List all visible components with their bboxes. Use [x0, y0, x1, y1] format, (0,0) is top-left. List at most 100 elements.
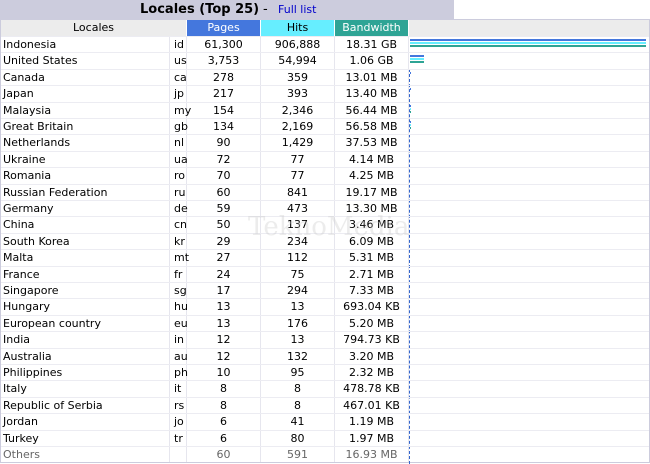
pages-value: 27: [216, 251, 231, 265]
pages-value: 134: [213, 120, 234, 133]
table-row: Canada ca 278 359 13.01 MB: [1, 68, 649, 86]
pages-bar: [410, 121, 411, 123]
hits-bar: [410, 124, 411, 126]
hits-value: 41: [290, 415, 305, 429]
pages-value: 12: [216, 333, 231, 347]
bandwidth-value: 3.20 MB: [348, 349, 395, 363]
hits-value: 8: [294, 382, 301, 396]
pages-value: 6: [220, 415, 227, 429]
pages-bar: [410, 71, 411, 74]
pages-value: 154: [213, 103, 234, 117]
locale-code: kr: [174, 234, 185, 248]
locale-code: hu: [174, 300, 188, 314]
bandwidth-bar: [410, 127, 411, 129]
hits-value: 132: [287, 349, 308, 363]
locale-code: ro: [174, 169, 186, 183]
hits-value: 54,994: [278, 54, 317, 68]
pages-column-header: Pages: [187, 20, 260, 36]
locale-name: South Korea: [3, 234, 70, 248]
hits-value: 591: [287, 448, 308, 461]
others-row: Others 60 591 16.93 MB: [1, 446, 649, 463]
locale-name: Philippines: [3, 366, 63, 379]
table-row: Singapore sg 17 294 7.33 MB: [1, 282, 649, 299]
bandwidth-value: 18.31 GB: [345, 38, 398, 51]
hits-value: 95: [290, 366, 305, 379]
locale-code: ca: [174, 70, 187, 84]
pages-value: 59: [216, 202, 231, 215]
full-list-link[interactable]: Full list: [278, 3, 316, 16]
hits-bar: [410, 42, 646, 44]
table-row: Malta mt 27 112 5.31 MB: [1, 249, 649, 266]
table-row: Netherlands nl 90 1,429 37.53 MB: [1, 134, 649, 151]
locale-name: Netherlands: [3, 136, 71, 150]
hits-value: 13: [290, 333, 305, 347]
table-row: Great Britain gb 134 2,169 56.58 MB: [1, 118, 649, 135]
hits-value: 137: [287, 218, 308, 232]
pages-value: 13: [216, 300, 231, 314]
pages-value: 70: [216, 169, 231, 183]
table-row: India in 12 13 794.73 KB: [1, 331, 649, 348]
bandwidth-value: 794.73 KB: [343, 333, 400, 347]
table-row: Italy it 8 8 478.78 KB: [1, 380, 649, 397]
table-row: Russian Federation ru 60 841 19.17 MB: [1, 183, 649, 201]
locale-name: Japan: [3, 87, 34, 101]
locale-name: Malaysia: [3, 103, 52, 117]
bandwidth-value: 6.09 MB: [348, 234, 395, 248]
hits-value: 2,346: [281, 103, 314, 117]
locale-code: fr: [174, 267, 183, 281]
locale-name: Canada: [3, 70, 45, 84]
bandwidth-value: 2.71 MB: [348, 267, 395, 281]
locale-code: sg: [174, 284, 187, 297]
bandwidth-value: 13.01 MB: [345, 70, 398, 84]
bandwidth-value: 56.58 MB: [345, 120, 398, 133]
locale-code: cn: [174, 218, 188, 232]
table-row: Turkey tr 6 80 1.97 MB: [1, 429, 649, 447]
locale-name: India: [3, 333, 30, 347]
bandwidth-value: 5.20 MB: [348, 316, 395, 330]
locale-name: Jordan: [3, 415, 38, 429]
pages-value: 72: [216, 152, 231, 166]
hits-value: 294: [287, 284, 308, 297]
pages-value: 12: [216, 349, 231, 363]
locale-code: de: [174, 202, 188, 215]
locale-code: jo: [174, 415, 184, 429]
graph-column-header: [409, 20, 649, 36]
table-header-row: Locales Pages Hits Bandwidth: [1, 20, 649, 36]
hits-value: 393: [287, 87, 308, 101]
hits-value: 1,429: [281, 136, 314, 150]
pages-value: 60: [216, 185, 231, 199]
bandwidth-bar: [410, 61, 424, 64]
bandwidth-value: 2.32 MB: [348, 366, 395, 379]
bandwidth-value: 13.40 MB: [345, 87, 398, 101]
locale-code: rs: [174, 398, 185, 412]
locale-name: Singapore: [3, 284, 59, 297]
bandwidth-value: 4.25 MB: [348, 169, 395, 183]
pages-value: 13: [216, 316, 231, 330]
table-row: Japan jp 217 393 13.40 MB: [1, 85, 649, 102]
hits-value: 77: [290, 152, 305, 166]
locale-name: China: [3, 218, 35, 232]
bandwidth-column-header: Bandwidth: [335, 20, 408, 36]
locale-name: Others: [3, 448, 40, 461]
locale-code: ua: [174, 152, 188, 166]
table-row: Jordan jo 6 41 1.19 MB: [1, 413, 649, 430]
locale-name: France: [3, 267, 40, 281]
pages-value: 90: [216, 136, 231, 150]
hits-value: 80: [290, 431, 305, 445]
pages-value: 61,300: [204, 38, 243, 51]
pages-value: 29: [216, 234, 231, 248]
pages-bar: [410, 104, 411, 107]
bandwidth-value: 7.33 MB: [348, 284, 395, 297]
bandwidth-value: 5.31 MB: [348, 251, 395, 265]
bandwidth-value: 693.04 KB: [343, 300, 400, 314]
pages-value: 3,753: [207, 54, 240, 68]
table-row: United States us 3,753 54,994 1.06 GB: [1, 52, 649, 69]
table-row: Ukraine ua 72 77 4.14 MB: [1, 150, 649, 168]
bandwidth-value: 1.06 GB: [349, 54, 394, 68]
pages-bar: [410, 39, 646, 41]
hits-value: 2,169: [281, 120, 314, 133]
locale-name: Russian Federation: [3, 185, 108, 199]
table-row: China cn 50 137 3.46 MB: [1, 216, 649, 233]
bandwidth-value: 37.53 MB: [345, 136, 398, 150]
pages-value: 10: [216, 366, 231, 379]
